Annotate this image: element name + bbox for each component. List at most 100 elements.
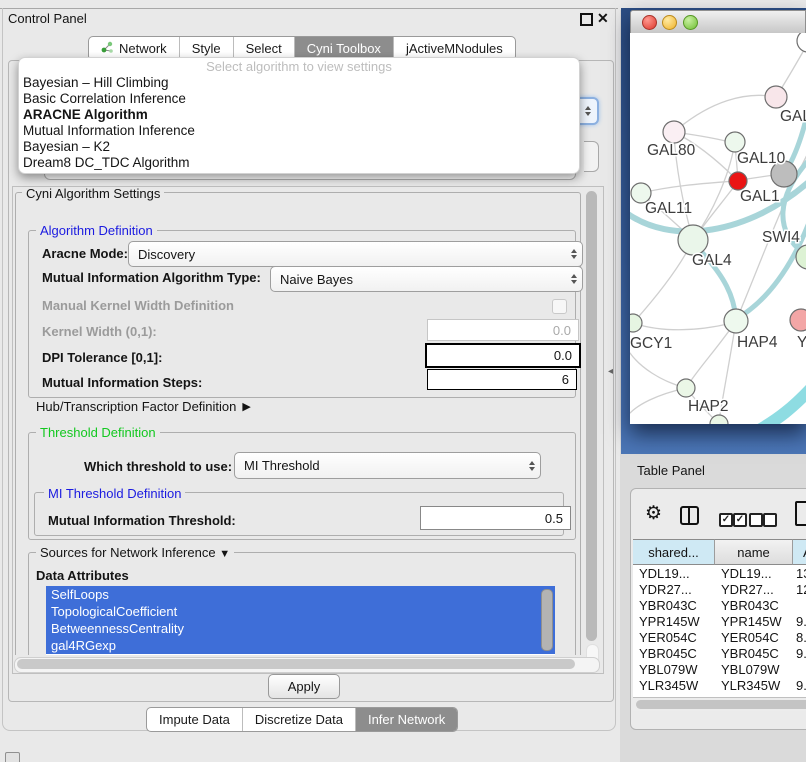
algorithm-option-bayesian-k2[interactable]: Bayesian – K2 [19, 139, 579, 155]
column-visibility-icon[interactable] [680, 506, 699, 525]
network-node-gal10[interactable] [725, 132, 745, 152]
table-panel-title: Table Panel [637, 463, 705, 478]
table-header-row: shared...nameA [633, 539, 806, 565]
manual-kernel-width-label: Manual Kernel Width Definition [42, 298, 234, 313]
dpi-tolerance-input[interactable]: 0.0 [425, 343, 581, 368]
tab-label: jActiveMNodules [406, 41, 503, 56]
close-traffic-light[interactable] [642, 15, 657, 30]
algorithm-dropdown-list: Bayesian – Hill ClimbingBasic Correlatio… [19, 75, 579, 171]
table-row[interactable]: YPR145WYPR145W9. [633, 613, 806, 629]
attribute-item-gal4rgexp[interactable]: gal4RGexp [46, 637, 555, 654]
hub-definition-expander[interactable]: Hub/Transcription Factor Definition ▶ [36, 399, 251, 414]
threshold-definition-title: Threshold Definition [36, 425, 160, 440]
tab-label: Style [192, 41, 221, 56]
table-horizontal-scrollbar-thumb[interactable] [636, 700, 806, 709]
float-panel-icon[interactable] [580, 13, 593, 26]
kernel-width-input[interactable]: 0.0 [427, 319, 579, 341]
column-header-name[interactable]: name [715, 539, 793, 565]
network-node-y[interactable] [790, 309, 806, 331]
table-cell: YDL19... [633, 565, 715, 581]
mi-steps-input[interactable]: 6 [427, 369, 577, 390]
network-window-titlebar[interactable] [630, 10, 806, 34]
aracne-mode-label: Aracne Mode: [42, 246, 128, 261]
algorithm-option-aracne-algorithm[interactable]: ARACNE Algorithm [19, 107, 579, 123]
table-cell: 8. [793, 629, 806, 645]
aracne-mode-combo[interactable]: Discovery [128, 241, 583, 267]
table-row[interactable]: YBR045CYBR045C9. [633, 645, 806, 661]
table-settings-gear-icon[interactable]: ⚙ [645, 502, 662, 525]
inference-algorithm-combo-partial[interactable] [578, 97, 599, 125]
attribute-item-selfloops[interactable]: SelfLoops [46, 586, 555, 603]
table-panel: ⚙ ✓ ✓ shared...nameA YDL19...YDL19...13Y… [630, 488, 806, 730]
algorithm-option-dream8-dc-tdc-algorithm[interactable]: Dream8 DC_TDC Algorithm [19, 155, 579, 171]
node-label-gal1: GAL1 [740, 188, 780, 205]
network-node-hap4[interactable] [724, 309, 748, 333]
table-cell: YBR043C [715, 597, 793, 613]
manual-kernel-width-checkbox[interactable] [552, 299, 567, 314]
network-node-gal80[interactable] [663, 121, 685, 143]
bottom-tab-discretize-data[interactable]: Discretize Data [243, 708, 356, 731]
application-window: Control Panel ✕ NetworkStyleSelectCyni T… [0, 0, 806, 762]
which-threshold-label: Which threshold to use: [84, 459, 232, 474]
table-row[interactable]: YLR345WYLR345W9. [633, 677, 806, 693]
network-canvas[interactable]: GALGAL80GAL10GAL1GAL11GAL4SWI4GCY1HAP4YH… [630, 33, 806, 424]
network-node-gcy1[interactable] [630, 314, 642, 332]
unchecked-checkbox-icon-2[interactable] [763, 513, 777, 527]
network-edge [630, 353, 686, 388]
combo-stepper-icon [529, 461, 535, 471]
sources-group-header[interactable]: Sources for Network Inference ▼ [36, 545, 234, 560]
table-row[interactable]: YBL079WYBL079W [633, 661, 806, 677]
table-row[interactable]: YBR043CYBR043C [633, 597, 806, 613]
algorithm-option-bayesian-hill-climbing[interactable]: Bayesian – Hill Climbing [19, 75, 579, 91]
table-row[interactable]: YDL19...YDL19...13 [633, 565, 806, 581]
data-attributes-label: Data Attributes [36, 568, 129, 583]
vertical-scrollbar[interactable] [586, 191, 597, 641]
unchecked-checkbox-icon-1[interactable] [749, 513, 763, 527]
algorithm-option-basic-correlation-inference[interactable]: Basic Correlation Inference [19, 91, 579, 107]
bottom-tab-impute-data[interactable]: Impute Data [147, 708, 243, 731]
column-header-a[interactable]: A [793, 539, 806, 565]
attribute-item-topologicalcoefficient[interactable]: TopologicalCoefficient [46, 603, 555, 620]
horizontal-scrollbar[interactable] [14, 657, 600, 673]
node-label-gal10: GAL10 [737, 150, 786, 167]
mi-threshold-input[interactable]: 0.5 [420, 506, 571, 530]
network-edge [747, 175, 774, 179]
minimize-traffic-light[interactable] [662, 15, 677, 30]
panel-splitter-arrow-icon[interactable]: ◂ [608, 366, 613, 377]
table-row[interactable]: YER054CYER054C8. [633, 629, 806, 645]
network-node-gal4[interactable] [678, 225, 708, 255]
combo-down-arrow-icon [585, 112, 591, 116]
close-panel-icon[interactable]: ✕ [597, 10, 609, 27]
attribute-list-scrollbar[interactable] [541, 589, 553, 651]
zoom-traffic-light[interactable] [683, 15, 698, 30]
horizontal-scrollbar-thumb[interactable] [17, 659, 575, 669]
table-cell: YPR145W [715, 613, 793, 629]
table-horizontal-scrollbar[interactable] [633, 697, 806, 711]
right-region: GALGAL80GAL10GAL1GAL11GAL4SWI4GCY1HAP4YH… [620, 0, 806, 762]
table-cell: YLR345W [715, 677, 793, 693]
column-header-shared[interactable]: shared... [633, 539, 715, 565]
network-edge [674, 95, 776, 132]
apply-button[interactable]: Apply [268, 674, 340, 699]
export-table-icon[interactable] [795, 501, 806, 526]
mi-algorithm-type-combo[interactable]: Naive Bayes [270, 266, 583, 292]
table-cell: 9. [793, 645, 806, 661]
network-selector-combo-end-partial[interactable] [584, 141, 599, 172]
algorithm-option-mutual-information-inference[interactable]: Mutual Information Inference [19, 123, 579, 139]
checked-checkbox-icon-1[interactable]: ✓ [719, 513, 733, 527]
network-edge [633, 323, 732, 330]
network-node[interactable] [710, 415, 728, 424]
algorithm-definition-title: Algorithm Definition [36, 223, 157, 238]
node-label-hap4: HAP4 [737, 334, 778, 351]
dock-mini-button[interactable] [5, 752, 20, 762]
bottom-tab-infer-network[interactable]: Infer Network [356, 708, 457, 731]
table-row[interactable]: YDR27...YDR27...12 [633, 581, 806, 597]
attribute-item-betweennesscentrality[interactable]: BetweennessCentrality [46, 620, 555, 637]
network-node-hap2[interactable] [677, 379, 695, 397]
bottom-tab-label: Impute Data [159, 712, 230, 727]
which-threshold-combo[interactable]: MI Threshold [234, 452, 541, 479]
algorithm-dropdown-placeholder: Select algorithm to view settings [19, 58, 579, 75]
network-node[interactable] [797, 33, 806, 52]
checked-checkbox-icon-2[interactable]: ✓ [733, 513, 747, 527]
network-node-gal[interactable] [765, 86, 787, 108]
